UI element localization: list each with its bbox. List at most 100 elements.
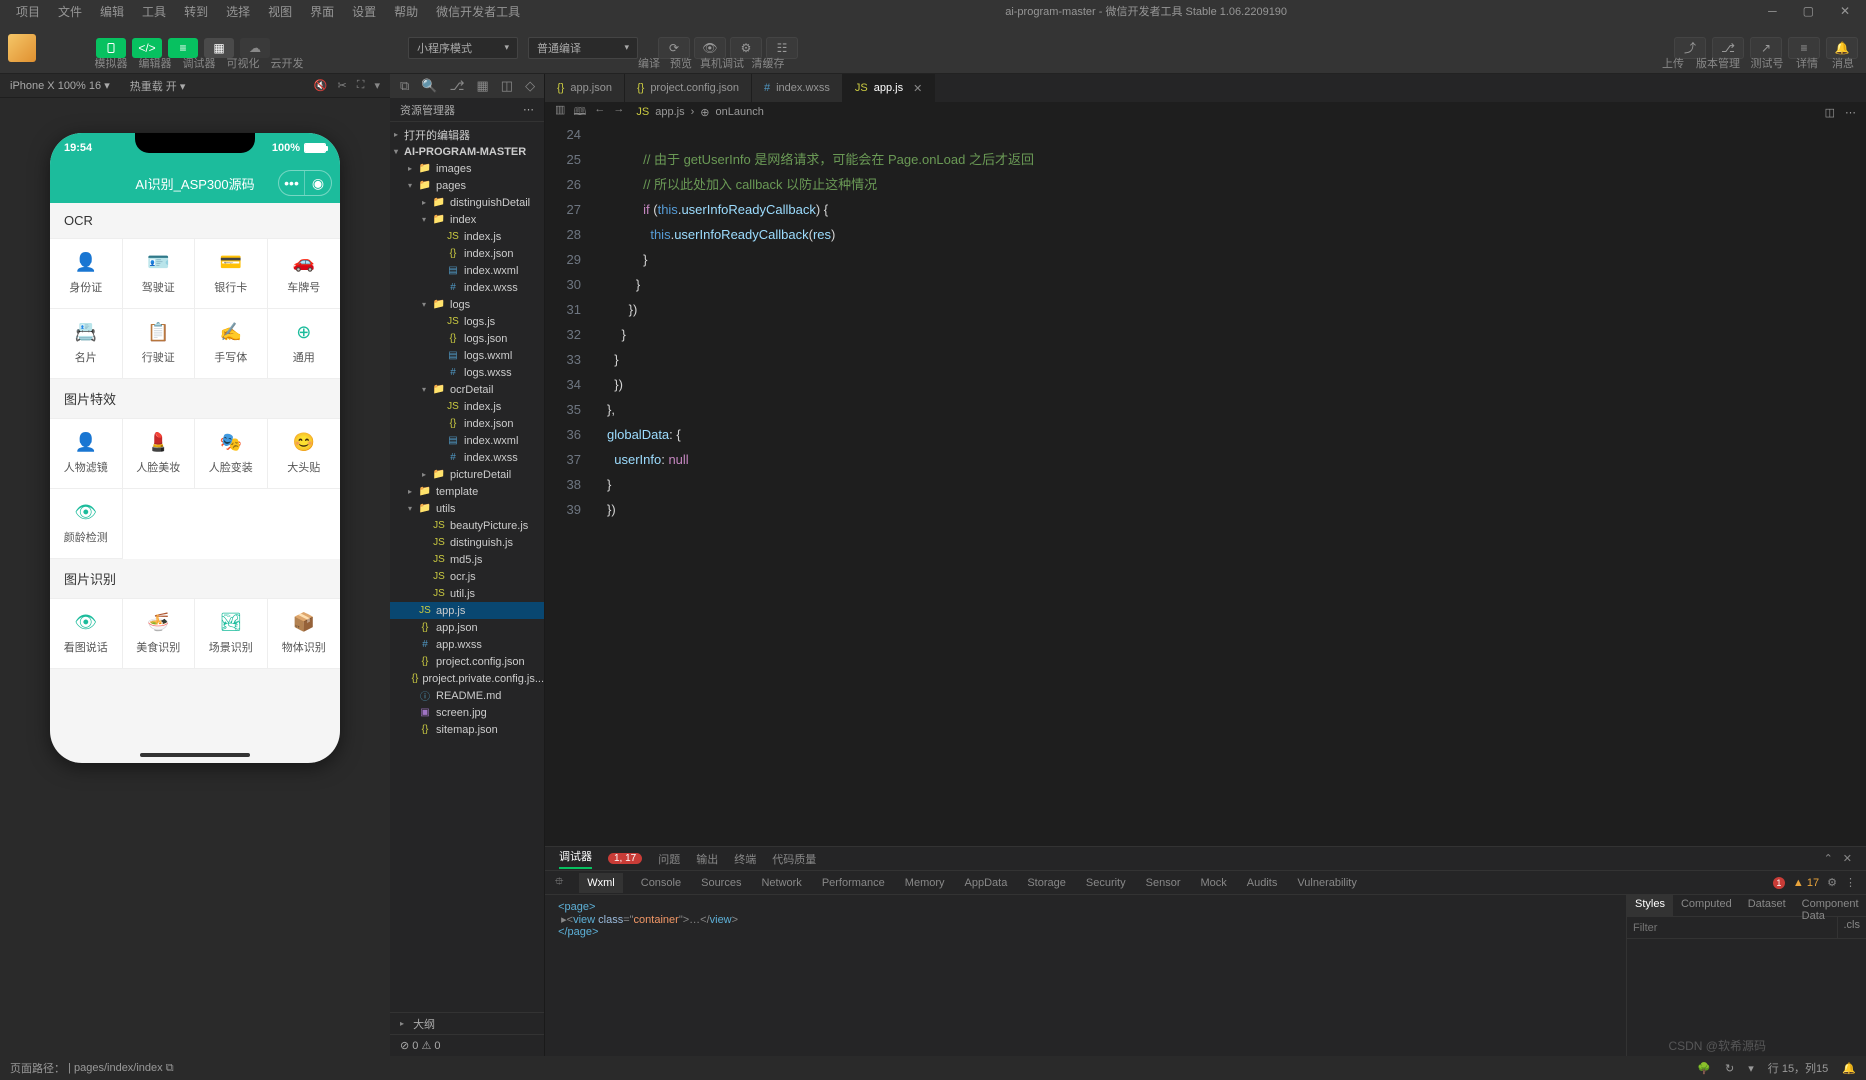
dt-inspect-icon[interactable]: ⯐ [555, 873, 563, 892]
menu-project[interactable]: 项目 [8, 1, 48, 22]
feature-cell[interactable]: 👁看图说话 [50, 599, 123, 669]
nav-fwd-icon[interactable]: → [613, 103, 624, 122]
tree-folder[interactable]: ▸📁pictureDetail [390, 466, 544, 483]
feature-cell[interactable]: 💳银行卡 [195, 239, 268, 309]
code-area[interactable]: 24252627282930313233343536373839 // 由于 g… [545, 122, 1866, 846]
dt2-sources[interactable]: Sources [699, 873, 743, 893]
tree-folder[interactable]: ▾📁index [390, 211, 544, 228]
tree-file[interactable]: {}app.json [390, 619, 544, 636]
dt-close-icon[interactable]: ✕ [1843, 852, 1852, 865]
dt-gear-icon[interactable]: ⚙ [1827, 876, 1837, 889]
menu-select[interactable]: 选择 [218, 1, 258, 22]
tree-file[interactable]: {}index.json [390, 245, 544, 262]
dt2-security[interactable]: Security [1084, 873, 1128, 893]
tab-list-icon[interactable]: ▥ [555, 103, 565, 122]
tree-file[interactable]: JSmd5.js [390, 551, 544, 568]
avatar[interactable] [8, 34, 36, 62]
feature-cell[interactable]: 🪪驾驶证 [123, 239, 196, 309]
compile-dropdown[interactable]: 普通编译▾ [528, 37, 638, 59]
dt2-appdata[interactable]: AppData [963, 873, 1010, 893]
dt-tab-quality[interactable]: 代码质量 [772, 851, 816, 867]
menu-ui[interactable]: 界面 [302, 1, 342, 22]
tree-file[interactable]: JSutil.js [390, 585, 544, 602]
dt-more-icon[interactable]: ⋮ [1845, 876, 1856, 889]
dt2-wxml[interactable]: Wxml [579, 873, 623, 893]
capsule-menu[interactable]: ••• [279, 171, 305, 195]
dt2-network[interactable]: Network [759, 873, 803, 893]
close-button[interactable]: ✕ [1836, 4, 1854, 18]
breadcrumb-file[interactable]: app.js [655, 106, 684, 118]
feature-cell[interactable]: 📦物体识别 [268, 599, 341, 669]
tree-folder[interactable]: ▸📁distinguishDetail [390, 194, 544, 211]
tree-file[interactable]: JSdistinguish.js [390, 534, 544, 551]
feature-cell[interactable]: 🍜美食识别 [123, 599, 196, 669]
tree-file[interactable]: JSapp.js [390, 602, 544, 619]
menu-settings[interactable]: 设置 [344, 1, 384, 22]
menu-tools[interactable]: 工具 [134, 1, 174, 22]
more-icon[interactable]: ▾ [374, 79, 380, 92]
feature-cell[interactable]: 💄人脸美妆 [123, 419, 196, 489]
editor-more-icon[interactable]: ⋯ [1845, 106, 1856, 119]
explorer-more[interactable]: ⋯ [523, 103, 534, 116]
search-icon[interactable]: 🔍 [421, 78, 437, 94]
outline-header[interactable]: ▸ 大纲 [390, 1012, 544, 1034]
box-icon[interactable]: ◫ [501, 78, 513, 94]
editor-tab[interactable]: {}app.json [545, 74, 625, 102]
dt2-mock[interactable]: Mock [1198, 873, 1228, 893]
tree-file[interactable]: JSindex.js [390, 228, 544, 245]
compdata-tab[interactable]: Component Data [1794, 895, 1866, 916]
feature-cell[interactable]: 🎭人脸变装 [195, 419, 268, 489]
capsule-close[interactable]: ◉ [305, 171, 331, 195]
feature-cell[interactable]: ⊕通用 [268, 309, 341, 379]
tree-file[interactable]: ▤logs.wxml [390, 347, 544, 364]
tree-folder[interactable]: ▾📁utils [390, 500, 544, 517]
tree-file[interactable]: #logs.wxss [390, 364, 544, 381]
dt2-audits[interactable]: Audits [1245, 873, 1280, 893]
feature-cell[interactable]: 👤人物滤镜 [50, 419, 123, 489]
tree-file[interactable]: ▣screen.jpg [390, 704, 544, 721]
dataset-tab[interactable]: Dataset [1740, 895, 1794, 916]
tree-folder[interactable]: ▾📁logs [390, 296, 544, 313]
tree-file[interactable]: ⓘREADME.md [390, 687, 544, 704]
files-icon[interactable]: ⧉ [400, 78, 409, 94]
tree-file[interactable]: {}project.config.json [390, 653, 544, 670]
feature-cell[interactable]: 📋行驶证 [123, 309, 196, 379]
dt-tab-problems[interactable]: 问题 [658, 851, 680, 867]
cut-icon[interactable]: ✂ [338, 79, 347, 92]
tree-file[interactable]: ▤index.wxml [390, 432, 544, 449]
tree-file[interactable]: ▤index.wxml [390, 262, 544, 279]
dt2-memory[interactable]: Memory [903, 873, 947, 893]
dt2-performance[interactable]: Performance [820, 873, 887, 893]
styles-tab[interactable]: Styles [1627, 895, 1673, 916]
editor-tab[interactable]: #index.wxss [752, 74, 843, 102]
ext-icon[interactable]: ▦ [476, 78, 488, 94]
sb-refresh-icon[interactable]: ↻ [1725, 1062, 1734, 1075]
warning-count[interactable]: ▲ 17 [1793, 877, 1819, 889]
hot-reload[interactable]: 热重载 开 ▾ [130, 78, 186, 94]
cls-button[interactable]: .cls [1837, 917, 1866, 938]
menu-file[interactable]: 文件 [50, 1, 90, 22]
tree-file[interactable]: #app.wxss [390, 636, 544, 653]
feature-cell[interactable]: 👁颜龄检测 [50, 489, 123, 559]
tree-folder[interactable]: ▾📁pages [390, 177, 544, 194]
branch-icon[interactable]: ⎇ [449, 78, 464, 94]
menu-edit[interactable]: 编辑 [92, 1, 132, 22]
editor-tab[interactable]: {}project.config.json [625, 74, 752, 102]
tree-file[interactable]: JSlogs.js [390, 313, 544, 330]
cursor-position[interactable]: 行 15，列15 [1768, 1060, 1829, 1076]
bookmark-icon[interactable]: 🕮 [573, 103, 586, 122]
sb-more-icon[interactable]: ▾ [1748, 1062, 1754, 1075]
star-icon[interactable]: ◇ [525, 78, 535, 94]
dt2-vulnerability[interactable]: Vulnerability [1295, 873, 1359, 893]
tree-file[interactable]: JSocr.js [390, 568, 544, 585]
dt-tab-terminal[interactable]: 终端 [734, 851, 756, 867]
mode-dropdown[interactable]: 小程序模式▾ [408, 37, 518, 59]
tree-folder[interactable]: ▾📁ocrDetail [390, 381, 544, 398]
minimize-button[interactable]: ─ [1764, 4, 1781, 18]
page-path[interactable]: pages/index/index [74, 1062, 163, 1074]
feature-cell[interactable]: 😊大头贴 [268, 419, 341, 489]
mute-icon[interactable]: 🔇 [314, 79, 328, 92]
nav-back-icon[interactable]: ← [594, 103, 605, 122]
breadcrumb-fn[interactable]: onLaunch [715, 106, 763, 118]
tree-file[interactable]: {}index.json [390, 415, 544, 432]
